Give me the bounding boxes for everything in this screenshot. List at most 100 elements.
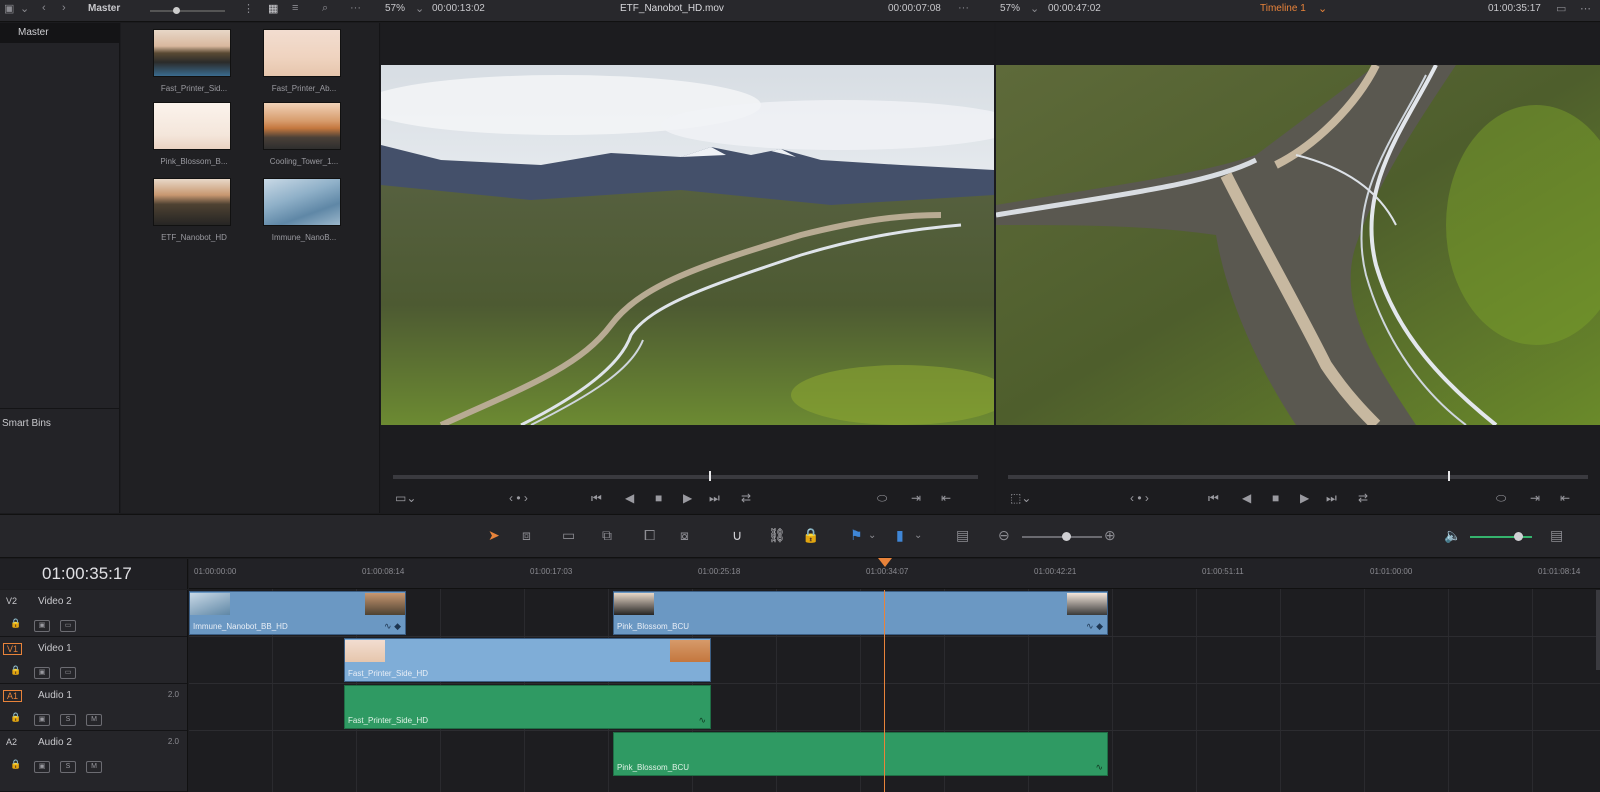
grid-view-icon[interactable]: ▦ [268,2,278,15]
auto-select-icon[interactable]: ▣ [34,761,50,773]
track-visibility-icon[interactable]: ▭ [60,620,76,632]
media-clip[interactable]: Fast_Printer_Sid... [153,29,235,93]
timeline-audio-clip[interactable]: Fast_Printer_Side_HD ∿ [344,685,711,729]
forward-icon[interactable]: › [62,2,66,14]
mark-out-icon[interactable]: ⇤ [1560,491,1570,505]
timeline-view-options-icon[interactable]: ▤ [956,527,969,544]
speaker-icon[interactable]: 🔈 [1444,527,1461,544]
panel-toggle-icon[interactable]: ▣ [4,2,14,15]
solo-icon[interactable]: S [60,761,76,773]
position-lock-icon[interactable]: 🔒 [802,527,819,544]
timeline-scrollbar[interactable] [1596,590,1600,670]
match-frame-icon[interactable]: ⬭ [1496,491,1506,506]
solo-icon[interactable]: S [60,714,76,726]
insert-clip-icon[interactable]: ⧉ [602,527,612,544]
timeline-playhead[interactable] [1448,471,1450,481]
timeline-viewer-image[interactable] [996,65,1600,425]
linked-selection-icon[interactable]: ⛓ [768,527,786,544]
timeline-video-clip[interactable]: Fast_Printer_Side_HD [344,638,711,682]
jog-control-icon[interactable]: ‹ • › [1130,491,1149,505]
list-view-icon[interactable]: ≡ [292,2,298,14]
snapping-icon[interactable]: ∪ [732,527,742,544]
trim-tool-icon[interactable]: ⧈ [522,527,531,544]
zoom-in-icon[interactable]: ⊕ [1104,527,1116,544]
match-frame-icon[interactable]: ⬭ [877,491,887,506]
chevron-down-icon[interactable]: ⌄ [1318,2,1327,15]
lock-icon[interactable]: 🔒 [10,712,21,723]
mute-icon[interactable]: M [86,714,102,726]
mark-in-icon[interactable]: ⇥ [1530,491,1540,505]
lock-icon[interactable]: 🔒 [10,618,21,629]
timeline-audio-clip[interactable]: Pink_Blossom_BCU ∿ [613,732,1108,776]
more-options-icon[interactable]: ⋯ [1580,2,1591,15]
chevron-down-icon[interactable]: ⌄ [914,530,922,541]
slider-handle[interactable] [1062,532,1071,541]
timeline-name[interactable]: Timeline 1 [1260,3,1306,14]
loop-icon[interactable]: ⇄ [741,491,751,505]
more-options-icon[interactable]: ··· [350,2,361,14]
bin-item-master[interactable]: Master [0,23,119,43]
stop-icon[interactable]: ■ [655,491,662,505]
source-playhead[interactable] [709,471,711,481]
timeline-video-clip[interactable]: Immune_Nanobot_BB_HD ∿ ◆ [189,591,406,635]
auto-select-icon[interactable]: ▣ [34,714,50,726]
play-icon[interactable]: ▶ [683,491,692,505]
auto-select-icon[interactable]: ▣ [34,620,50,632]
media-clip[interactable]: Immune_NanoB... [263,178,345,242]
chevron-down-icon[interactable]: ⌄ [868,530,876,541]
track-id[interactable]: V1 [3,643,23,655]
jump-to-start-icon[interactable]: ⏮ [1208,491,1219,506]
reverse-play-icon[interactable]: ◀ [625,491,634,505]
chevron-down-icon[interactable]: ⌄ [415,2,424,15]
left-viewer-zoom[interactable]: 57% [385,3,405,14]
playhead-marker-icon[interactable] [878,558,892,567]
mark-out-icon[interactable]: ⇤ [941,491,951,505]
lock-icon[interactable]: 🔒 [10,665,21,676]
source-viewer-image[interactable] [381,65,994,425]
jump-to-end-icon[interactable]: ⏭ [709,491,720,506]
zoom-out-icon[interactable]: ⊖ [998,527,1010,544]
lock-icon[interactable]: 🔒 [10,759,21,770]
media-clip[interactable]: Fast_Printer_Ab... [263,29,345,93]
stop-icon[interactable]: ■ [1272,491,1279,505]
mark-in-icon[interactable]: ⇥ [911,491,921,505]
jog-control-icon[interactable]: ‹ • › [509,491,528,505]
auto-select-icon[interactable]: ▣ [34,667,50,679]
loop-icon[interactable]: ⇄ [1358,491,1368,505]
track-header-v2[interactable]: V2 Video 2 🔒 ▣ ▭ [0,590,188,637]
viewer-options-icon[interactable]: ⬚⌄ [1010,491,1031,505]
info-icon[interactable]: ⋮ [243,2,254,15]
viewer-options-icon[interactable]: ▭⌄ [395,491,416,505]
chevron-down-icon[interactable]: ⌄ [1030,2,1039,15]
slider-handle[interactable] [173,7,180,14]
flag-icon[interactable]: ⚑ [850,527,863,544]
audio-meter-icon[interactable]: ▤ [1550,527,1563,544]
media-clip[interactable]: Pink_Blossom_B... [153,102,235,166]
track-header-a1[interactable]: A1 Audio 1 2.0 🔒 ▣ S M [0,684,188,731]
media-clip[interactable]: ETF_Nanobot_HD [153,178,235,242]
more-options-icon[interactable]: ··· [958,2,969,14]
jump-to-start-icon[interactable]: ⏮ [591,491,602,506]
play-icon[interactable]: ▶ [1300,491,1309,505]
timeline-playhead-line[interactable] [884,590,885,792]
source-scrub-bar[interactable] [393,475,978,479]
timeline-ruler[interactable]: 01:00:00:00 01:00:08:14 01:00:17:03 01:0… [189,559,1600,589]
track-header-v1[interactable]: V1 Video 1 🔒 ▣ ▭ [0,637,188,684]
marker-icon[interactable]: ▮ [896,527,904,544]
overwrite-clip-icon[interactable]: ⧠ [644,527,655,544]
track-visibility-icon[interactable]: ▭ [60,667,76,679]
slider-handle[interactable] [1514,532,1523,541]
track-id[interactable]: A1 [3,690,23,702]
jump-to-end-icon[interactable]: ⏭ [1326,491,1337,506]
reverse-play-icon[interactable]: ◀ [1242,491,1251,505]
media-clip[interactable]: Cooling_Tower_1... [263,102,345,166]
track-header-a2[interactable]: A2 Audio 2 2.0 🔒 ▣ S M [0,731,188,792]
fullscreen-icon[interactable]: ▭ [1556,2,1566,15]
timeline-video-clip[interactable]: Pink_Blossom_BCU ∿ ◆ [613,591,1108,635]
selection-tool-icon[interactable]: ➤ [488,527,500,544]
back-icon[interactable]: ‹ [42,2,46,14]
search-icon[interactable]: ⌕ [322,2,328,15]
right-viewer-zoom[interactable]: 57% [1000,3,1020,14]
timeline-scrub-bar[interactable] [1008,475,1588,479]
mute-icon[interactable]: M [86,761,102,773]
